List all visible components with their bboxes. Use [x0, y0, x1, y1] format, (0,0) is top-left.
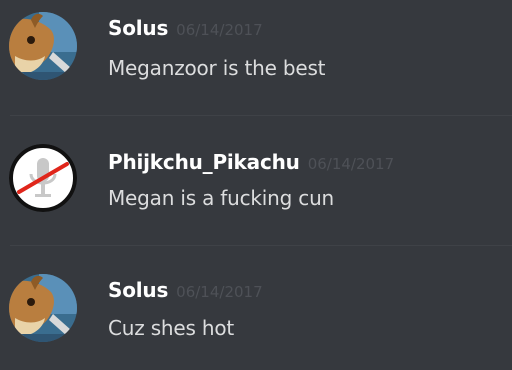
author-name[interactable]: Solus: [108, 278, 168, 302]
message-timestamp: 06/14/2017: [307, 155, 395, 173]
chat-message: Phijkchu_Pikachu 06/14/2017 Megan is a fu…: [0, 120, 512, 240]
author-name[interactable]: Solus: [108, 16, 168, 40]
message-timestamp: 06/14/2017: [176, 21, 263, 39]
chat-messages: Solus 06/14/2017 Meganzoor is the best Ph…: [0, 0, 512, 368]
eevee-avatar-icon[interactable]: [9, 274, 77, 342]
message-author[interactable]: Solus 06/14/2017: [108, 16, 263, 40]
chat-message: Solus 06/14/2017 Cuz shes hot: [0, 250, 512, 370]
message-divider: [10, 115, 512, 116]
message-content: Cuz shes hot: [108, 316, 235, 340]
message-content: Meganzoor is the best: [108, 56, 326, 80]
muted-microphone-avatar-icon[interactable]: [9, 144, 77, 212]
message-timestamp: 06/14/2017: [176, 283, 263, 301]
message-author[interactable]: Phijkchu_Pikachu 06/14/2017: [108, 150, 394, 174]
author-name[interactable]: Phijkchu_Pikachu: [108, 150, 300, 174]
message-divider: [10, 245, 512, 246]
message-author[interactable]: Solus 06/14/2017: [108, 278, 263, 302]
message-content: Megan is a fucking cun: [108, 186, 335, 210]
eevee-avatar-icon[interactable]: [9, 12, 77, 80]
chat-message: Solus 06/14/2017 Meganzoor is the best: [0, 0, 512, 120]
